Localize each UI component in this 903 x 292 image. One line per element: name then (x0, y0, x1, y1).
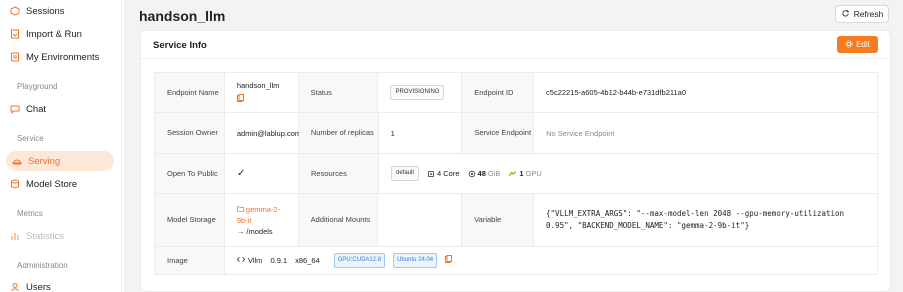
resource-group-tag: default (391, 166, 420, 181)
service-endpoint-value: No Service Endpoint (546, 128, 615, 138)
sidebar-item-users[interactable]: Users (10, 278, 51, 292)
replicas-label: Number of replicas (298, 113, 379, 153)
sidebar-item-label: My Environments (26, 51, 100, 63)
refresh-button[interactable]: Refresh (835, 5, 889, 23)
card-title: Service Info (153, 40, 207, 51)
sidebar-item-label: Sessions (26, 5, 65, 17)
resources-label: Resources (299, 154, 379, 193)
endpoint-name-label: Endpoint Name (155, 73, 225, 112)
memory-unit: GiB (487, 169, 501, 178)
additional-mounts-value (378, 194, 463, 246)
user-icon (10, 282, 20, 292)
endpoint-id-value: c5c22215-a605-4b12-b44b-e731dfb211a0 (546, 88, 687, 97)
main-content: handson_llm Refresh Service Info Edit En… (124, 0, 903, 292)
endpoint-id-label: Endpoint ID (462, 73, 535, 112)
model-storage-label: Model Storage (155, 194, 225, 246)
sidebar-item-import-run[interactable]: Import & Run (10, 25, 82, 43)
edit-button[interactable]: Edit (837, 36, 878, 53)
sidebar-item-serving[interactable]: Serving (6, 151, 114, 171)
image-version: 0.9.1 (270, 256, 288, 265)
serving-icon (12, 156, 22, 166)
page-title: handson_llm (139, 8, 226, 24)
sidebar-item-label: Model Store (26, 178, 78, 190)
table-row: Model Storage gemma-2-9b-it → /models Ad… (155, 194, 877, 247)
database-icon (10, 179, 20, 189)
refresh-label: Refresh (853, 9, 884, 19)
status-label: Status (298, 73, 379, 112)
table-row: Endpoint Name handson_llm Status PROVISI… (155, 73, 877, 113)
memory-resource: 48 GiB (468, 168, 501, 179)
image-name: Vllm (247, 256, 263, 265)
sidebar-item-statistics[interactable]: Statistics (10, 227, 64, 245)
variable-value: {"VLLM_EXTRA_ARGS": "--max-model-len 204… (546, 209, 845, 230)
cpu-icon (427, 170, 435, 178)
sidebar-item-label: Users (26, 281, 51, 292)
sidebar-item-label: Serving (28, 155, 61, 167)
sidebar-item-label: Chat (26, 103, 47, 115)
gpu-unit: GPU (525, 169, 542, 178)
open-public-check-icon: ✓ (225, 154, 299, 193)
table-row: Session Owner admin@lablup.com Number of… (155, 113, 877, 154)
gpu-icon (508, 170, 517, 178)
chat-icon (10, 104, 20, 114)
sidebar-section-administration: Administration (17, 261, 68, 270)
memory-icon (468, 170, 476, 178)
gpu-value: 1 (519, 169, 524, 178)
open-public-label: Open To Public (155, 154, 225, 193)
sidebar-item-label: Statistics (26, 230, 65, 242)
resources-value: default 4 Core 48 GiB 1 GPU (379, 154, 807, 193)
table-row: Image Vllm 0.9.1 x86_64 GPU:CUDA12.8 Ubu… (155, 247, 877, 274)
sessions-icon (10, 6, 20, 16)
sidebar-item-model-store[interactable]: Model Store (10, 175, 77, 193)
sidebar-section-metrics: Metrics (17, 209, 43, 218)
model-mount-path: → /models (236, 226, 273, 236)
refresh-icon (841, 9, 850, 20)
sidebar-item-my-environments[interactable]: My Environments (10, 48, 99, 66)
memory-value: 48 (477, 169, 486, 178)
cpu-value: 4 Core (437, 169, 460, 178)
status-badge: PROVISIONING (390, 85, 445, 100)
bar-chart-icon (10, 231, 20, 241)
cpu-resource: 4 Core (427, 168, 460, 179)
card-header: Service Info Edit (141, 31, 890, 59)
service-endpoint-label: Service Endpoint (462, 113, 535, 153)
sidebar-item-label: Import & Run (26, 28, 82, 40)
image-arch: x86_64 (295, 256, 320, 265)
endpoint-name-value: handson_llm (225, 73, 299, 112)
code-icon (236, 255, 245, 266)
session-owner-value: admin@lablup.com (225, 113, 301, 153)
session-owner-label: Session Owner (155, 113, 225, 153)
gpu-resource: 1 GPU (508, 168, 542, 179)
sidebar-item-chat[interactable]: Chat (10, 100, 46, 118)
sidebar-section-playground: Playground (17, 82, 58, 91)
replicas-value: 1 (379, 113, 463, 153)
variable-label: Variable (462, 194, 535, 246)
image-value: Vllm 0.9.1 x86_64 GPU:CUDA12.8 Ubuntu 24… (225, 247, 877, 274)
additional-mounts-label: Additional Mounts (298, 194, 379, 246)
service-info-card: Service Info Edit Endpoint Name handson_… (140, 30, 891, 292)
image-tag-os: Ubuntu 24.04 (393, 253, 438, 268)
image-tag-cuda: GPU:CUDA12.8 (333, 253, 386, 268)
copy-icon[interactable] (236, 94, 280, 105)
edit-label: Edit (856, 40, 870, 49)
gear-icon (845, 39, 853, 50)
copy-icon[interactable] (445, 255, 453, 266)
sidebar-section-service: Service (17, 134, 44, 143)
sidebar: Sessions Import & Run My Environments Pl… (0, 0, 122, 292)
model-folder-name: gemma-2-9b-it (236, 204, 281, 225)
table-row: Open To Public ✓ Resources default 4 Cor… (155, 154, 877, 194)
import-icon (10, 29, 20, 39)
service-info-table: Endpoint Name handson_llm Status PROVISI… (154, 72, 878, 275)
model-folder-link[interactable]: gemma-2-9b-it (236, 204, 298, 226)
folder-icon (236, 205, 244, 214)
environment-icon (10, 52, 20, 62)
sidebar-item-sessions[interactable]: Sessions (10, 2, 65, 20)
model-storage-value: gemma-2-9b-it → /models (225, 194, 299, 246)
status-value: PROVISIONING (378, 73, 463, 112)
image-label: Image (155, 247, 225, 274)
endpoint-name: handson_llm (236, 81, 280, 90)
